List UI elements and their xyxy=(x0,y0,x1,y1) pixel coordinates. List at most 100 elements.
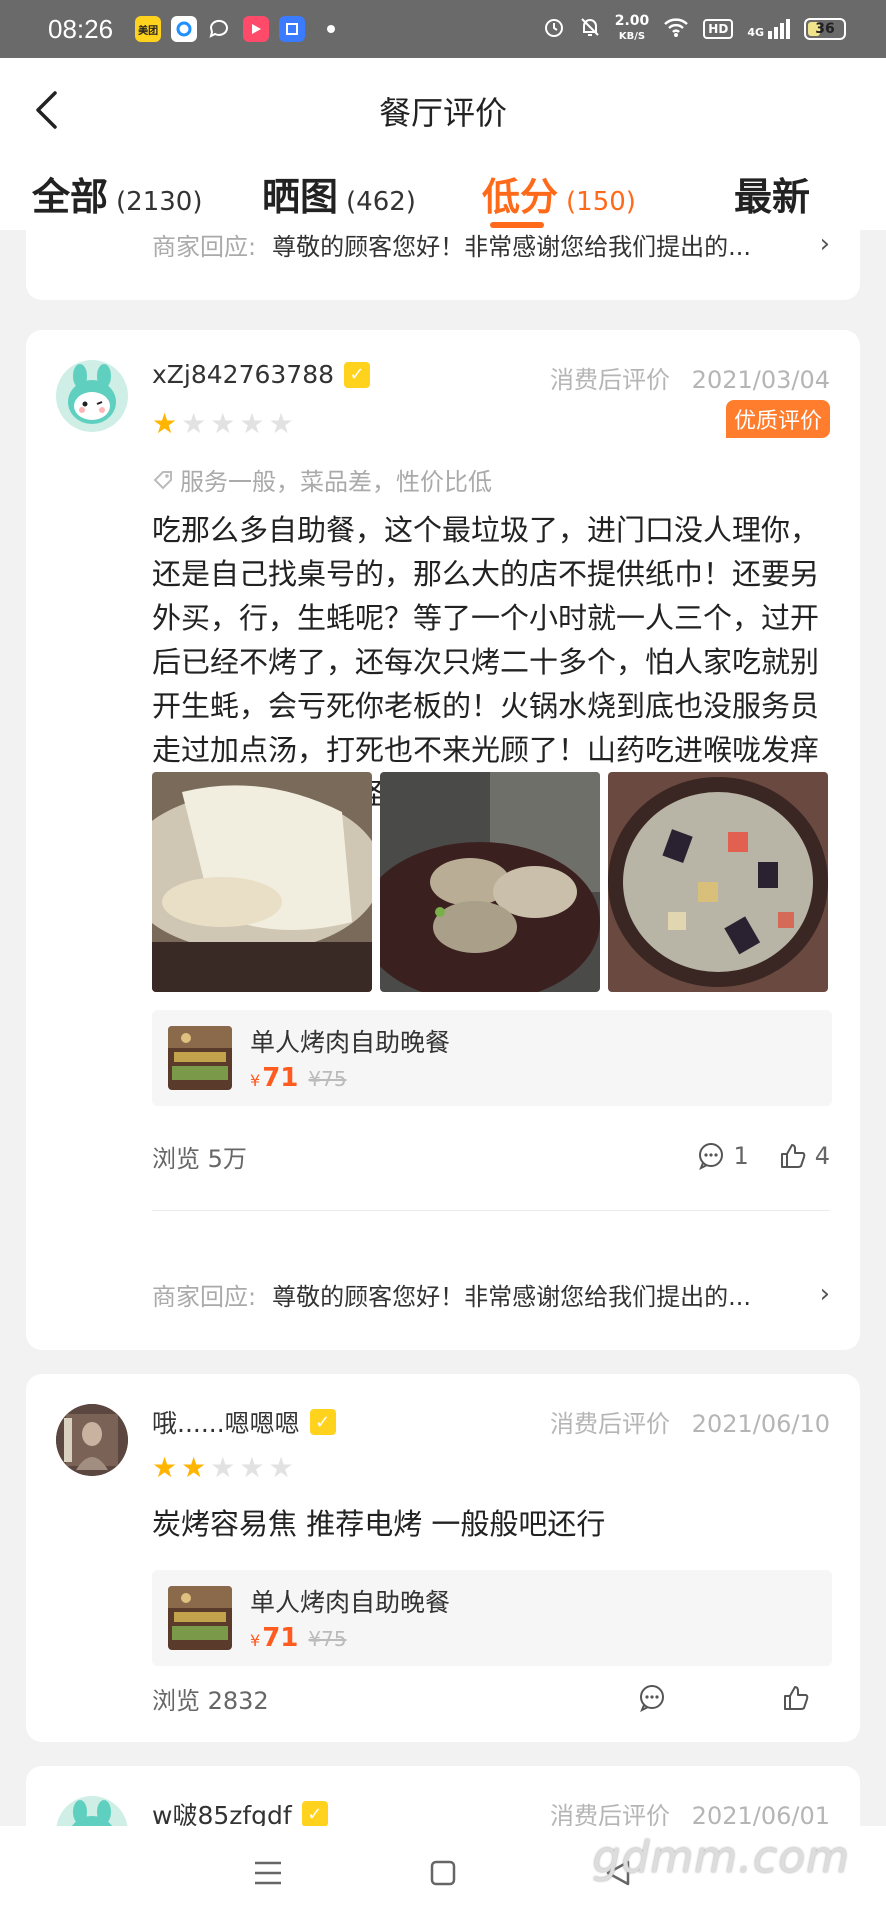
wifi-icon xyxy=(663,16,689,42)
notification-dot xyxy=(327,25,336,33)
view-count: 浏览 5万 xyxy=(152,1144,247,1173)
network-type: 4G xyxy=(747,26,764,39)
product-card[interactable]: 单人烤肉自助晚餐 ¥ 71 ¥75 xyxy=(152,1010,832,1106)
tab-label: 低分 xyxy=(482,175,559,219)
avatar[interactable] xyxy=(56,360,128,432)
comment-button[interactable] xyxy=(638,1684,666,1712)
product-image xyxy=(168,1586,232,1650)
food-photo-oysters xyxy=(380,772,600,992)
verified-badge-icon: ✓ xyxy=(309,1409,336,1435)
tab-label: 晒图 xyxy=(262,175,339,219)
tab-all[interactable]: 全部 (2130) xyxy=(32,166,202,221)
divider xyxy=(152,1210,830,1211)
like-button[interactable] xyxy=(782,1684,810,1712)
star-rating: ★ ★ ★ ★ ★ xyxy=(152,1454,294,1482)
network-speed: 2.00 KB/S xyxy=(615,14,650,44)
home-square-icon xyxy=(430,1860,456,1886)
stats-row: 浏览 2832 xyxy=(152,1678,830,1718)
star-icon: ★ xyxy=(181,1451,207,1484)
hd-badge: HD xyxy=(703,19,734,39)
files-icon xyxy=(279,16,306,42)
tab-photos[interactable]: 晒图 (462) xyxy=(262,166,416,221)
date-value: 2021/06/10 xyxy=(691,1410,830,1438)
meituan-icon: 美团 xyxy=(135,16,162,42)
product-card[interactable]: 单人烤肉自助晚餐 ¥ 71 ¥75 xyxy=(152,1570,832,1666)
quality-badge: 优质评价 xyxy=(725,400,830,438)
tab-low-score[interactable]: 低分 (150) xyxy=(482,166,636,221)
food-photo-soup xyxy=(608,772,828,992)
review-date: 消费后评价 2021/03/04 xyxy=(550,360,830,395)
browser-icon xyxy=(171,16,198,42)
tab-count: (150) xyxy=(566,187,636,217)
product-info: 单人烤肉自助晚餐 ¥ 71 ¥75 xyxy=(250,1023,450,1093)
product-thumbnail xyxy=(168,1026,232,1090)
original-price: ¥75 xyxy=(308,1627,347,1651)
speed-value: 2.00 xyxy=(614,13,650,29)
date-value: 2021/03/04 xyxy=(691,366,830,394)
date-label: 消费后评价 xyxy=(550,1802,671,1826)
review-photos xyxy=(152,772,828,992)
merchant-reply[interactable]: 商家回应: 尊敬的顾客您好！非常感谢您给我们提出的... › xyxy=(152,1274,830,1314)
tab-label: 最新 xyxy=(734,175,811,219)
review-list[interactable]: 商家回应: 尊敬的顾客您好！非常感谢您给我们提出的... › xZj842763… xyxy=(0,230,886,1826)
review-date: 消费后评价 2021/06/10 xyxy=(550,1404,830,1439)
tab-count: (462) xyxy=(346,187,416,217)
avatar-mascot-icon xyxy=(56,360,128,432)
review-tags: 服务一般，菜品差，性价比低 xyxy=(152,462,492,497)
tab-count: (2130) xyxy=(116,187,203,217)
original-price: ¥75 xyxy=(308,1067,347,1091)
tag-icon xyxy=(153,470,172,489)
verified-badge-icon: ✓ xyxy=(344,361,371,388)
alarm-icon xyxy=(543,16,565,42)
home-button[interactable] xyxy=(421,1851,465,1895)
username-row: 哦......嗯嗯嗯 ✓ xyxy=(152,1404,336,1440)
star-icon: ★ xyxy=(268,1451,294,1484)
status-right: 2.00 KB/S HD 4G 36 xyxy=(543,14,846,44)
tab-latest[interactable]: 最新 xyxy=(734,166,810,221)
star-icon: ★ xyxy=(210,1451,236,1484)
star-icon: ★ xyxy=(181,407,207,440)
avatar[interactable] xyxy=(56,1796,128,1826)
chat-icon xyxy=(207,16,233,42)
username[interactable]: 哦......嗯嗯嗯 xyxy=(152,1404,300,1440)
review-text[interactable]: 炭烤容易焦 推荐电烤 一般般吧还行 xyxy=(152,1502,832,1546)
username[interactable]: xZj842763788 xyxy=(152,360,334,389)
price: 71 xyxy=(262,1623,299,1653)
review-photo[interactable] xyxy=(380,772,600,992)
page-title: 餐厅评价 xyxy=(378,94,507,132)
review-card: 商家回应: 尊敬的顾客您好！非常感谢您给我们提出的... › xyxy=(26,230,860,300)
like-button[interactable]: 4 xyxy=(779,1142,830,1170)
watermark: gdmm.com xyxy=(592,1832,850,1883)
review-card: w啵85zfgdf ✓ 消费后评价 2021/06/01 xyxy=(26,1766,860,1826)
signal-icon: 4G xyxy=(747,19,790,39)
mute-icon xyxy=(579,16,601,42)
comment-icon xyxy=(640,1685,664,1712)
star-icon: ★ xyxy=(239,1451,265,1484)
verified-badge-icon: ✓ xyxy=(301,1801,328,1826)
stats-row: 浏览 5万 1 4 xyxy=(152,1136,830,1176)
reply-text: 尊敬的顾客您好！非常感谢您给我们提出的... xyxy=(272,232,751,261)
review-text[interactable]: 吃那么多自助餐，这个最垃圾了，进门口没人理你，还是自己找桌号的，那么大的店不提供… xyxy=(152,508,832,816)
status-bar: 08:26 美团 2.00 KB/S HD 4G 36 xyxy=(0,0,886,58)
chevron-right-icon: › xyxy=(819,230,830,259)
product-name: 单人烤肉自助晚餐 xyxy=(250,1588,451,1617)
username[interactable]: w啵85zfgdf xyxy=(152,1796,292,1826)
comment-icon xyxy=(699,1143,724,1170)
product-image xyxy=(168,1026,232,1090)
date-label: 消费后评价 xyxy=(550,366,671,394)
comment-button[interactable]: 1 xyxy=(697,1142,749,1170)
price-currency: ¥ xyxy=(250,1631,261,1650)
battery-level: 36 xyxy=(815,21,835,37)
avatar[interactable] xyxy=(56,1404,128,1476)
review-photo[interactable] xyxy=(152,772,372,992)
star-icon: ★ xyxy=(239,407,265,440)
merchant-reply[interactable]: 商家回应: 尊敬的顾客您好！非常感谢您给我们提出的... › xyxy=(152,230,830,264)
product-info: 单人烤肉自助晚餐 ¥ 71 ¥75 xyxy=(250,1583,450,1653)
star-icon: ★ xyxy=(268,407,294,440)
price: 71 xyxy=(262,1063,299,1093)
review-photo[interactable] xyxy=(608,772,828,992)
like-count: 4 xyxy=(814,1142,830,1170)
menu-button[interactable] xyxy=(246,1851,290,1895)
battery-icon: 36 xyxy=(804,18,846,40)
menu-icon xyxy=(254,1861,281,1885)
